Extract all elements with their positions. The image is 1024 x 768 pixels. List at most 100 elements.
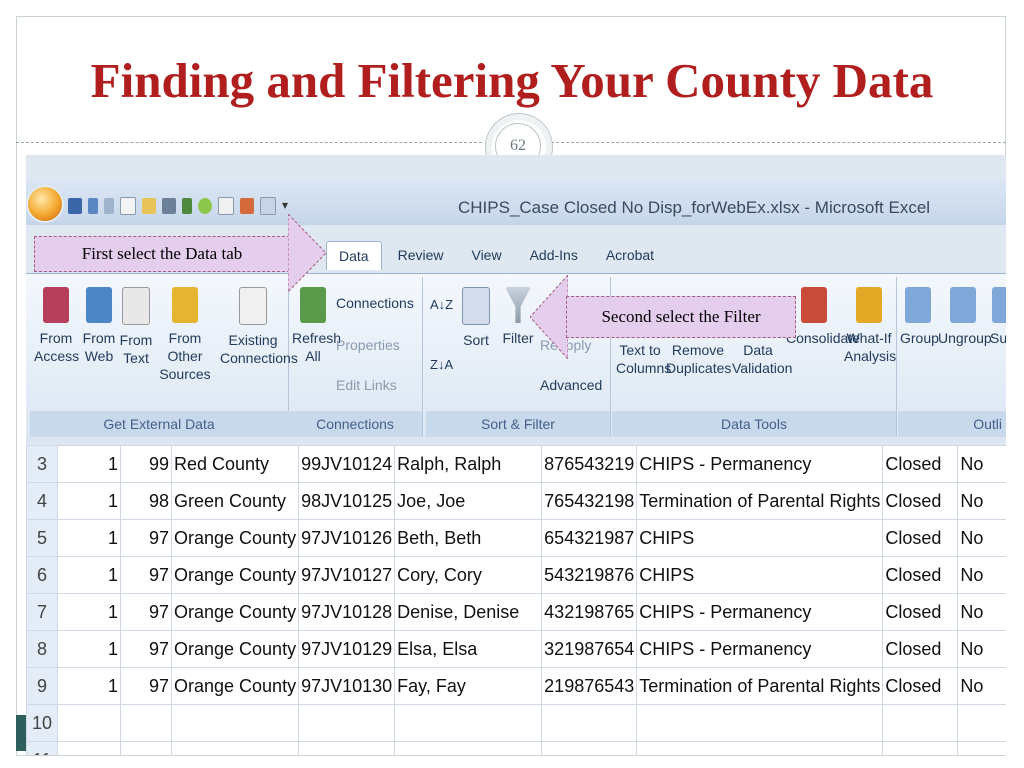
advanced-button[interactable]: Advanced (540, 377, 602, 393)
preview-icon[interactable] (218, 197, 234, 215)
from-text-button[interactable]: From Text (118, 287, 154, 367)
table-row[interactable]: 8 1 97 Orange County 97JV10129 Elsa, Elsa 3219… (26, 630, 1006, 668)
id-cell[interactable] (541, 704, 638, 742)
tab-add-ins[interactable]: Add-Ins (518, 241, 590, 270)
col-a[interactable]: 1 (57, 593, 121, 631)
table-row[interactable]: 10 (26, 704, 1006, 742)
edit-icon[interactable] (240, 198, 254, 214)
spreadsheet-grid[interactable]: 3 1 99 Red County 99JV10124 Ralph, Ralph 87654… (26, 445, 1006, 755)
status-cell[interactable]: Closed (882, 667, 959, 705)
name-cell[interactable]: Cory, Cory (394, 556, 543, 594)
case-number-cell[interactable] (298, 741, 396, 755)
status-cell[interactable]: Closed (882, 445, 959, 483)
row-header[interactable]: 9 (26, 667, 58, 705)
county-cell[interactable] (170, 704, 300, 742)
case-number-cell[interactable] (298, 704, 396, 742)
col-a[interactable] (57, 741, 121, 755)
case-number-cell[interactable]: 97JV10128 (298, 593, 396, 631)
what-if-analysis-button[interactable]: What-If Analysis (844, 287, 896, 365)
name-cell[interactable]: Beth, Beth (394, 519, 543, 557)
from-access-button[interactable]: From Access (34, 287, 79, 365)
col-f[interactable]: No (957, 482, 1006, 520)
status-cell[interactable]: Closed (882, 519, 959, 557)
id-cell[interactable]: 543219876 (541, 556, 638, 594)
case-number-cell[interactable]: 97JV10129 (298, 630, 396, 668)
case-type-cell[interactable]: CHIPS - Permanency (636, 630, 884, 668)
refresh-all-button[interactable]: Refresh All (292, 287, 341, 365)
col-f[interactable]: No (957, 630, 1006, 668)
tab-data[interactable]: Data (326, 241, 382, 270)
county-cell[interactable]: Red County (170, 445, 300, 483)
id-cell[interactable]: 765432198 (541, 482, 638, 520)
from-web-button[interactable]: From Web (80, 287, 118, 365)
properties-button[interactable]: Properties (336, 337, 400, 353)
remove-duplicates-button[interactable]: Remove Duplicates (666, 341, 731, 377)
col-f[interactable] (957, 704, 1006, 742)
save-icon[interactable] (68, 198, 82, 214)
county-cell[interactable]: Green County (170, 482, 300, 520)
col-b[interactable]: 98 (120, 482, 172, 520)
table-row[interactable]: 7 1 97 Orange County 97JV10128 Denise, Denise… (26, 593, 1006, 631)
case-type-cell[interactable]: CHIPS (636, 556, 884, 594)
col-b[interactable]: 99 (120, 445, 172, 483)
col-f[interactable]: No (957, 519, 1006, 557)
subtotal-button[interactable]: Sub (990, 287, 1006, 347)
undo-icon[interactable] (88, 198, 98, 214)
status-cell[interactable] (882, 741, 959, 755)
existing-connections-button[interactable]: Existing Connections (220, 287, 298, 367)
ungroup-button[interactable]: Ungroup (938, 287, 992, 347)
print-icon[interactable] (162, 198, 176, 214)
name-cell[interactable]: Denise, Denise (394, 593, 543, 631)
tab-view[interactable]: View (459, 241, 513, 270)
county-cell[interactable]: Orange County (170, 593, 300, 631)
text-to-columns-button[interactable]: Text to Columns (616, 341, 671, 377)
col-a[interactable]: 1 (57, 482, 121, 520)
case-type-cell[interactable] (636, 741, 884, 755)
row-header[interactable]: 6 (26, 556, 58, 594)
county-cell[interactable]: Orange County (170, 630, 300, 668)
col-f[interactable] (957, 741, 1006, 755)
col-a[interactable]: 1 (57, 445, 121, 483)
status-cell[interactable]: Closed (882, 593, 959, 631)
case-number-cell[interactable]: 97JV10130 (298, 667, 396, 705)
sort-z-a-icon[interactable]: Z↓A (430, 357, 453, 372)
table-row[interactable]: 6 1 97 Orange County 97JV10127 Cory, Cory 5432… (26, 556, 1006, 594)
case-type-cell[interactable]: CHIPS - Permanency (636, 445, 884, 483)
case-number-cell[interactable]: 98JV10125 (298, 482, 396, 520)
col-b[interactable]: 97 (120, 556, 172, 594)
id-cell[interactable]: 321987654 (541, 630, 638, 668)
open-icon[interactable] (142, 198, 156, 214)
sort-button[interactable]: Sort (456, 287, 496, 349)
circle-icon[interactable] (198, 198, 212, 214)
table-row[interactable]: 9 1 97 Orange County 97JV10130 Fay, Fay 219876… (26, 667, 1006, 705)
name-cell[interactable] (394, 704, 543, 742)
county-cell[interactable]: Orange County (170, 556, 300, 594)
col-f[interactable]: No (957, 445, 1006, 483)
county-cell[interactable]: Orange County (170, 667, 300, 705)
col-b[interactable]: 97 (120, 667, 172, 705)
status-cell[interactable]: Closed (882, 482, 959, 520)
row-header[interactable]: 7 (26, 593, 58, 631)
status-cell[interactable]: Closed (882, 630, 959, 668)
col-a[interactable]: 1 (57, 556, 121, 594)
col-b[interactable] (120, 704, 172, 742)
col-a[interactable]: 1 (57, 667, 121, 705)
edit-links-button[interactable]: Edit Links (336, 377, 397, 393)
status-cell[interactable] (882, 704, 959, 742)
from-other-sources-button[interactable]: From Other Sources (154, 287, 216, 383)
row-header[interactable]: 4 (26, 482, 58, 520)
group-button[interactable]: Group (900, 287, 939, 347)
case-type-cell[interactable]: Termination of Parental Rights (636, 667, 884, 705)
tab-review[interactable]: Review (386, 241, 456, 270)
sort-a-z-icon[interactable]: A↓Z (430, 297, 453, 312)
case-type-cell[interactable] (636, 704, 884, 742)
spelling-icon[interactable] (182, 198, 192, 214)
name-cell[interactable]: Fay, Fay (394, 667, 543, 705)
data-validation-button[interactable]: Data Validation (732, 341, 792, 377)
id-cell[interactable]: 654321987 (541, 519, 638, 557)
col-f[interactable]: No (957, 593, 1006, 631)
table-row[interactable]: 4 1 98 Green County 98JV10125 Joe, Joe 7654321… (26, 482, 1006, 520)
name-cell[interactable]: Ralph, Ralph (394, 445, 543, 483)
table-row[interactable]: 5 1 97 Orange County 97JV10126 Beth, Beth 6543… (26, 519, 1006, 557)
new-icon[interactable] (120, 197, 136, 215)
